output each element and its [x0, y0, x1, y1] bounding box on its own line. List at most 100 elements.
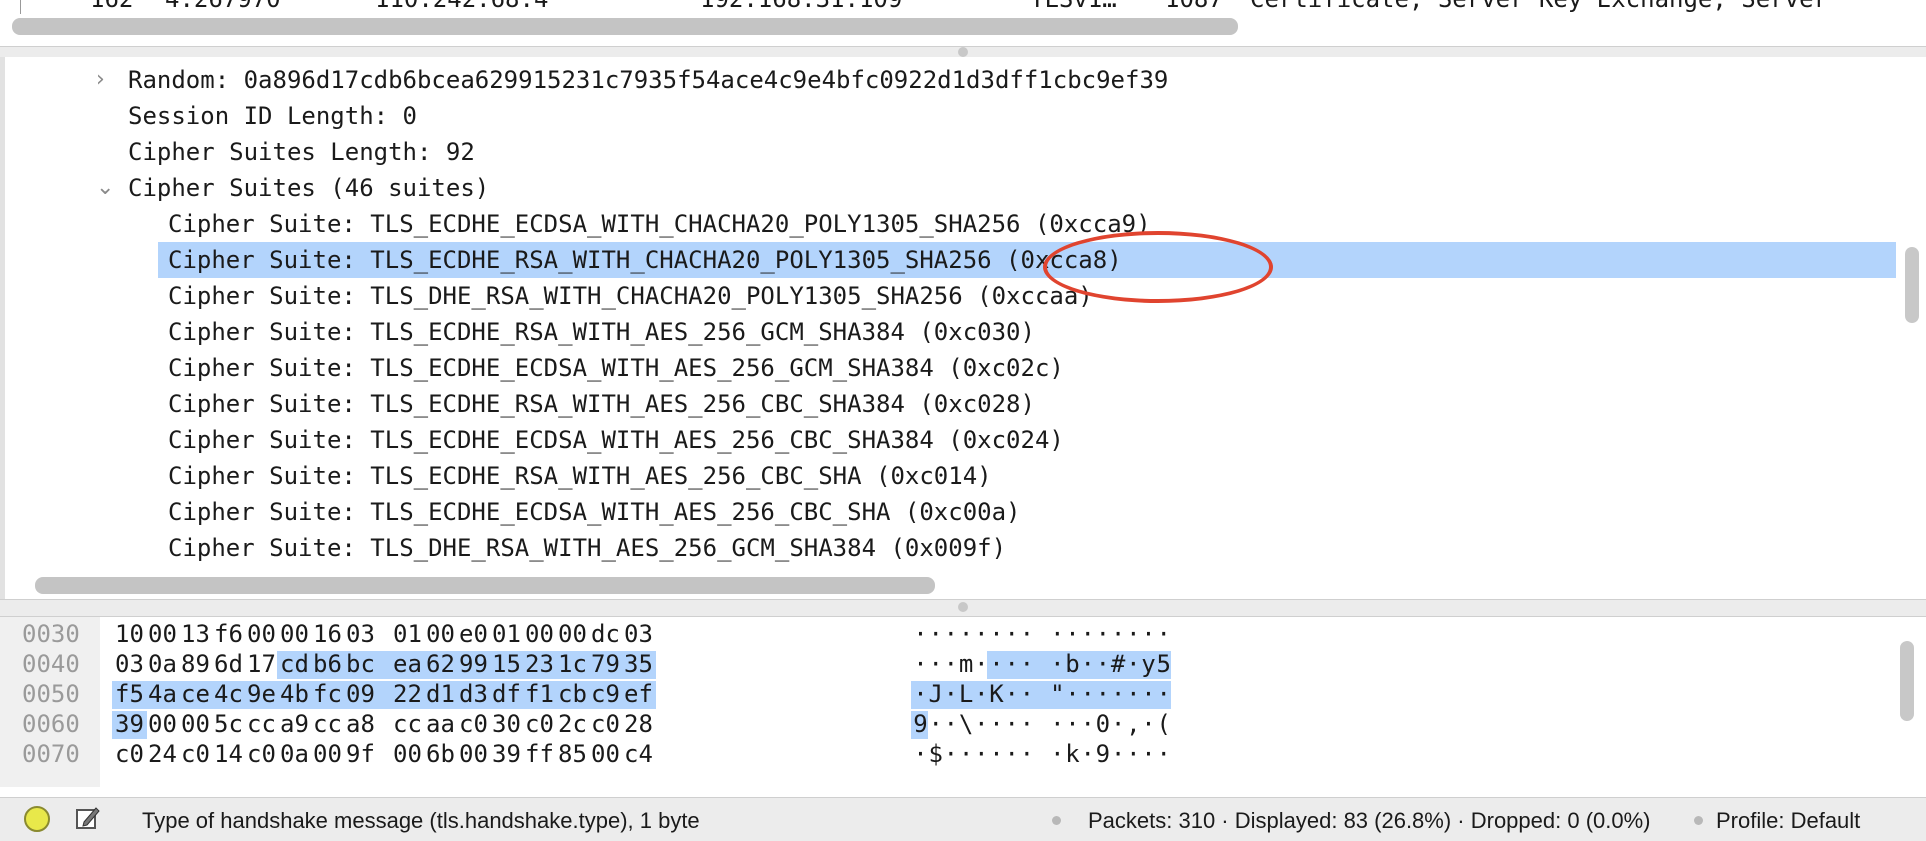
- ascii-char[interactable]: ·: [928, 709, 943, 739]
- hex-byte[interactable]: cc: [313, 709, 347, 739]
- ascii-char[interactable]: ·: [913, 649, 928, 679]
- hex-byte[interactable]: a9: [280, 709, 314, 739]
- ascii-char[interactable]: $: [928, 739, 943, 769]
- hex-byte[interactable]: 16: [313, 619, 347, 649]
- ascii-char[interactable]: [1035, 739, 1050, 769]
- ascii-char[interactable]: ·: [1095, 679, 1110, 709]
- ascii-char[interactable]: ·: [943, 649, 958, 679]
- hex-byte[interactable]: c0: [525, 709, 559, 739]
- ascii-char[interactable]: ·: [943, 679, 958, 709]
- ascii-char[interactable]: ·: [1095, 619, 1110, 649]
- tree-row[interactable]: Cipher Suite: TLS_ECDHE_ECDSA_WITH_AES_2…: [5, 494, 1925, 530]
- ascii-char[interactable]: ·: [1141, 619, 1156, 649]
- hex-byte[interactable]: 89: [181, 649, 215, 679]
- hex-byte[interactable]: 09: [346, 679, 380, 709]
- ascii-char[interactable]: ·: [974, 739, 989, 769]
- ascii-char[interactable]: [1035, 619, 1050, 649]
- ascii-char[interactable]: ·: [1080, 709, 1095, 739]
- ascii-char[interactable]: [1035, 649, 1050, 679]
- ascii-char[interactable]: ·: [989, 649, 1004, 679]
- ascii-char[interactable]: ·: [1004, 739, 1019, 769]
- ascii-char[interactable]: ·: [1156, 739, 1171, 769]
- ascii-char[interactable]: ·: [1111, 709, 1126, 739]
- tree-row[interactable]: ⌄ Cipher Suites (46 suites): [5, 170, 1925, 206]
- tree-row[interactable]: Cipher Suite: TLS_DHE_RSA_WITH_CHACHA20_…: [5, 278, 1925, 314]
- packet-list-hscroll-thumb[interactable]: [12, 18, 1238, 35]
- ascii-char[interactable]: ·: [1065, 709, 1080, 739]
- hex-byte[interactable]: 00: [148, 709, 182, 739]
- ascii-char[interactable]: [1035, 709, 1050, 739]
- hex-byte[interactable]: 00: [558, 619, 592, 649]
- tree-row[interactable]: Cipher Suite: TLS_ECDHE_ECDSA_WITH_AES_2…: [5, 422, 1925, 458]
- hex-byte[interactable]: 6d: [214, 649, 248, 679]
- hex-byte[interactable]: 00: [591, 739, 625, 769]
- hex-byte[interactable]: 9e: [247, 679, 281, 709]
- hex-byte[interactable]: 00: [459, 739, 493, 769]
- ascii-char[interactable]: ·: [913, 679, 928, 709]
- hex-byte[interactable]: c0: [247, 739, 281, 769]
- ascii-char[interactable]: ·: [1126, 649, 1141, 679]
- hex-byte[interactable]: 9f: [346, 739, 380, 769]
- hex-byte[interactable]: 15: [492, 649, 526, 679]
- hex-byte[interactable]: c0: [115, 739, 149, 769]
- ascii-char[interactable]: ·: [989, 709, 1004, 739]
- hex-byte[interactable]: 0a: [148, 649, 182, 679]
- ascii-char[interactable]: ·: [913, 739, 928, 769]
- ascii-char[interactable]: ·: [1050, 709, 1065, 739]
- ascii-char[interactable]: ·: [1004, 619, 1019, 649]
- hex-byte[interactable]: 1c: [558, 649, 592, 679]
- ascii-char[interactable]: ·: [913, 619, 928, 649]
- tree-row[interactable]: Cipher Suite: TLS_ECDHE_RSA_WITH_AES_256…: [5, 314, 1925, 350]
- ascii-char[interactable]: ·: [1126, 679, 1141, 709]
- ascii-char[interactable]: ·: [1019, 709, 1034, 739]
- ascii-char[interactable]: ·: [1111, 739, 1126, 769]
- ascii-char[interactable]: ·: [1080, 649, 1095, 679]
- ascii-char[interactable]: ·: [974, 679, 989, 709]
- ascii-char[interactable]: ·: [974, 709, 989, 739]
- hex-byte[interactable]: 4a: [148, 679, 182, 709]
- hex-byte[interactable]: 10: [115, 619, 149, 649]
- hex-byte[interactable]: 2c: [558, 709, 592, 739]
- hex-byte[interactable]: 13: [181, 619, 215, 649]
- hex-byte[interactable]: 00: [393, 739, 427, 769]
- ascii-char[interactable]: ·: [1126, 739, 1141, 769]
- ascii-char[interactable]: J: [928, 679, 943, 709]
- packet-bytes-pane[interactable]: 0030 10 00 13 f6 00 00 16 03 01 00 e0 01 00 00 dc 03 · · · ·…: [0, 617, 1926, 787]
- ascii-char[interactable]: ·: [1019, 679, 1034, 709]
- status-profile[interactable]: Profile: Default: [1716, 808, 1860, 834]
- ascii-char[interactable]: ·: [1080, 619, 1095, 649]
- status-packet-stats[interactable]: Packets: 310 · Displayed: 83 (26.8%) · D…: [1088, 808, 1651, 834]
- tree-row[interactable]: Cipher Suite: TLS_ECDHE_RSA_WITH_AES_256…: [5, 386, 1925, 422]
- tree-row[interactable]: Cipher Suites Length: 92: [5, 134, 1925, 170]
- hex-byte[interactable]: 03: [346, 619, 380, 649]
- hex-byte[interactable]: 0a: [280, 739, 314, 769]
- ascii-char[interactable]: ·: [1050, 739, 1065, 769]
- hex-byte[interactable]: 01: [492, 619, 526, 649]
- hex-byte[interactable]: fc: [313, 679, 347, 709]
- bytes-row[interactable]: 0060 39 00 00 5c cc a9 cc a8 cc aa c0 30 c0 2c c0 28 9 · · \…: [0, 709, 1926, 739]
- packet-details-pane[interactable]: › Random: 0a896d17cdb6bcea629915231c7935f…: [0, 57, 1926, 599]
- ascii-char[interactable]: L: [959, 679, 974, 709]
- tree-row[interactable]: Cipher Suite: TLS_ECDHE_ECDSA_WITH_AES_2…: [5, 350, 1925, 386]
- hex-byte[interactable]: 01: [393, 619, 427, 649]
- ascii-char[interactable]: ·: [974, 619, 989, 649]
- hex-byte[interactable]: df: [492, 679, 526, 709]
- hex-byte[interactable]: b6: [313, 649, 347, 679]
- hex-byte[interactable]: dc: [591, 619, 625, 649]
- ascii-char[interactable]: K: [989, 679, 1004, 709]
- collapse-arrow-icon[interactable]: ⌄: [96, 170, 114, 206]
- ascii-char[interactable]: ·: [959, 739, 974, 769]
- hex-byte[interactable]: ff: [525, 739, 559, 769]
- hex-byte[interactable]: 35: [624, 649, 658, 679]
- details-hscroll-thumb[interactable]: [35, 577, 935, 594]
- splitter-handle[interactable]: [958, 47, 968, 57]
- hex-byte[interactable]: 6b: [426, 739, 460, 769]
- ascii-char[interactable]: ·: [974, 649, 989, 679]
- ascii-char[interactable]: \: [959, 709, 974, 739]
- hex-byte[interactable]: 00: [525, 619, 559, 649]
- hex-byte[interactable]: 14: [214, 739, 248, 769]
- hex-byte[interactable]: 30: [492, 709, 526, 739]
- ascii-char[interactable]: ·: [943, 739, 958, 769]
- hex-byte[interactable]: aa: [426, 709, 460, 739]
- hex-byte[interactable]: ef: [624, 679, 658, 709]
